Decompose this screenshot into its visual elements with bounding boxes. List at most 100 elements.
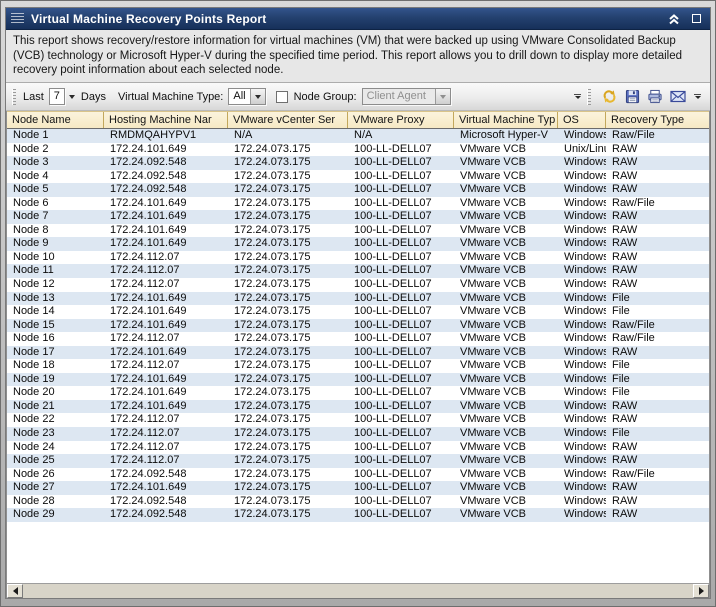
table-cell: Raw/File: [606, 197, 709, 211]
table-row[interactable]: Node 6172.24.101.649172.24.073.175100-LL…: [7, 197, 709, 211]
days-value: 7: [50, 89, 64, 104]
column-header[interactable]: Virtual Machine Typ: [454, 112, 558, 128]
column-header[interactable]: Hosting Machine Nar: [104, 112, 228, 128]
days-dropdown-arrow-icon[interactable]: [69, 95, 75, 99]
table-cell: 172.24.101.649: [104, 143, 228, 157]
table-row[interactable]: Node 24172.24.112.07172.24.073.175100-LL…: [7, 441, 709, 455]
table-cell: Raw/File: [606, 332, 709, 346]
table-row[interactable]: Node 10172.24.112.07172.24.073.175100-LL…: [7, 251, 709, 265]
table-cell: 172.24.112.07: [104, 454, 228, 468]
table-cell: VMware VCB: [454, 427, 558, 441]
table-cell: 100-LL-DELL07: [348, 346, 454, 360]
table-cell: 172.24.073.175: [228, 251, 348, 265]
table-row[interactable]: Node 18172.24.112.07172.24.073.175100-LL…: [7, 359, 709, 373]
table-row[interactable]: Node 8172.24.101.649172.24.073.175100-LL…: [7, 224, 709, 238]
titlebar[interactable]: Virtual Machine Recovery Points Report: [6, 8, 710, 30]
table-row[interactable]: Node 4172.24.092.548172.24.073.175100-LL…: [7, 170, 709, 184]
chevron-down-icon: [255, 95, 261, 99]
table-row[interactable]: Node 12172.24.112.07172.24.073.175100-LL…: [7, 278, 709, 292]
table-cell: Node 1: [7, 129, 104, 143]
table-cell: Node 26: [7, 468, 104, 482]
action-icon-bar: [598, 88, 689, 105]
save-button[interactable]: [623, 88, 641, 105]
horizontal-scrollbar[interactable]: [7, 583, 709, 598]
table-row[interactable]: Node 27172.24.101.649172.24.073.175100-L…: [7, 481, 709, 495]
table-cell: Windows: [558, 170, 606, 184]
table-row[interactable]: Node 16172.24.112.07172.24.073.175100-LL…: [7, 332, 709, 346]
table-cell: VMware VCB: [454, 319, 558, 333]
table-cell: Windows: [558, 359, 606, 373]
table-cell: Windows: [558, 413, 606, 427]
vm-type-dropdown-button[interactable]: [250, 89, 265, 104]
maximize-button[interactable]: [688, 12, 704, 26]
table-cell: VMware VCB: [454, 332, 558, 346]
toolbar-grip-icon[interactable]: [12, 89, 16, 105]
table-cell: Node 14: [7, 305, 104, 319]
table-row[interactable]: Node 11172.24.112.07172.24.073.175100-LL…: [7, 264, 709, 278]
table-row[interactable]: Node 13172.24.101.649172.24.073.175100-L…: [7, 292, 709, 306]
table-cell: RAW: [606, 495, 709, 509]
table-row[interactable]: Node 15172.24.101.649172.24.073.175100-L…: [7, 319, 709, 333]
node-group-checkbox[interactable]: [276, 91, 288, 103]
print-icon: [647, 89, 663, 104]
scroll-right-button[interactable]: [693, 584, 709, 598]
drag-grip-icon[interactable]: [11, 13, 24, 25]
table-row[interactable]: Node 14172.24.101.649172.24.073.175100-L…: [7, 305, 709, 319]
table-cell: RAW: [606, 156, 709, 170]
table-cell: Windows: [558, 251, 606, 265]
collapse-button[interactable]: [666, 12, 682, 26]
icon-toolbar-grip-icon[interactable]: [587, 89, 591, 105]
table-row[interactable]: Node 22172.24.112.07172.24.073.175100-LL…: [7, 413, 709, 427]
table-row[interactable]: Node 21172.24.101.649172.24.073.175100-L…: [7, 400, 709, 414]
column-header[interactable]: VMware vCenter Ser: [228, 112, 348, 128]
days-label: Days: [81, 91, 106, 103]
table-cell: Node 29: [7, 508, 104, 522]
triangle-left-icon: [13, 587, 18, 595]
table-row[interactable]: Node 9172.24.101.649172.24.073.175100-LL…: [7, 237, 709, 251]
table-cell: File: [606, 373, 709, 387]
refresh-button[interactable]: [600, 88, 618, 105]
toolbar-overflow-button[interactable]: [572, 89, 583, 105]
column-header[interactable]: VMware Proxy: [348, 112, 454, 128]
table-row[interactable]: Node 2172.24.101.649172.24.073.175100-LL…: [7, 143, 709, 157]
table-cell: Node 16: [7, 332, 104, 346]
table-row[interactable]: Node 1RMDMQAHYPV1N/AN/AMicrosoft Hyper-V…: [7, 129, 709, 143]
table-row[interactable]: Node 3172.24.092.548172.24.073.175100-LL…: [7, 156, 709, 170]
table-row[interactable]: Node 17172.24.101.649172.24.073.175100-L…: [7, 346, 709, 360]
table-row[interactable]: Node 7172.24.101.649172.24.073.175100-LL…: [7, 210, 709, 224]
table-cell: 100-LL-DELL07: [348, 305, 454, 319]
table-cell: 172.24.101.649: [104, 305, 228, 319]
days-dropdown[interactable]: 7: [49, 88, 65, 105]
table-cell: VMware VCB: [454, 183, 558, 197]
column-header[interactable]: Recovery Type: [606, 112, 709, 128]
print-button[interactable]: [646, 88, 664, 105]
iconbar-overflow-button[interactable]: [692, 89, 703, 105]
table-row[interactable]: Node 23172.24.112.07172.24.073.175100-LL…: [7, 427, 709, 441]
table-cell: Windows: [558, 210, 606, 224]
table-row[interactable]: Node 20172.24.101.649172.24.073.175100-L…: [7, 386, 709, 400]
table-row[interactable]: Node 26172.24.092.548172.24.073.175100-L…: [7, 468, 709, 482]
column-header[interactable]: OS: [558, 112, 606, 128]
table-cell: 100-LL-DELL07: [348, 400, 454, 414]
table-row[interactable]: Node 25172.24.112.07172.24.073.175100-LL…: [7, 454, 709, 468]
table-cell: 172.24.112.07: [104, 264, 228, 278]
table-row[interactable]: Node 5172.24.092.548172.24.073.175100-LL…: [7, 183, 709, 197]
table-cell: VMware VCB: [454, 441, 558, 455]
vm-type-dropdown[interactable]: All: [228, 88, 265, 105]
email-button[interactable]: [669, 88, 687, 105]
scroll-left-button[interactable]: [7, 584, 23, 598]
table-cell: 172.24.073.175: [228, 468, 348, 482]
table-cell: 172.24.092.548: [104, 468, 228, 482]
scrollbar-track[interactable]: [23, 584, 693, 598]
table-row[interactable]: Node 29172.24.092.548172.24.073.175100-L…: [7, 508, 709, 522]
table-cell: 172.24.073.175: [228, 170, 348, 184]
collapse-icon: [668, 13, 680, 25]
column-header[interactable]: Node Name: [7, 112, 104, 128]
table-cell: Node 18: [7, 359, 104, 373]
table-row[interactable]: Node 19172.24.101.649172.24.073.175100-L…: [7, 373, 709, 387]
table-cell: Windows: [558, 264, 606, 278]
table-cell: Node 19: [7, 373, 104, 387]
table-row[interactable]: Node 28172.24.092.548172.24.073.175100-L…: [7, 495, 709, 509]
report-window: Virtual Machine Recovery Points Report T…: [5, 7, 711, 599]
table-cell: Raw/File: [606, 468, 709, 482]
